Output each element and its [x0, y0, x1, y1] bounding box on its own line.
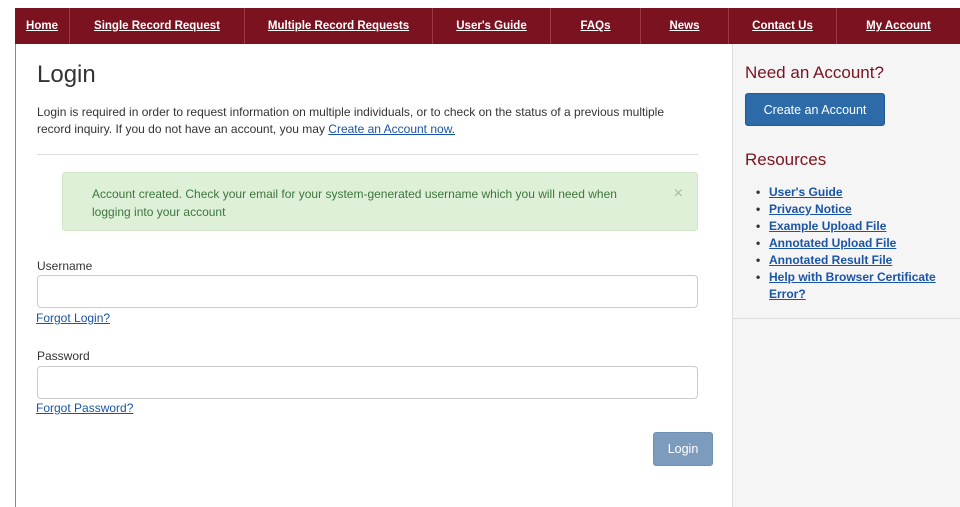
- resource-annotated-upload-file-link[interactable]: Annotated Upload File: [769, 236, 896, 250]
- close-icon[interactable]: ×: [674, 185, 683, 203]
- create-account-link[interactable]: Create an Account now.: [328, 122, 455, 136]
- page-title: Login: [37, 61, 96, 88]
- login-panel: Login Login is required in order to requ…: [15, 44, 733, 507]
- alert-message: Account created. Check your email for yo…: [92, 187, 617, 219]
- list-item: Example Upload File: [745, 218, 955, 235]
- list-item: Privacy Notice: [745, 201, 955, 218]
- resource-example-upload-file-link[interactable]: Example Upload File: [769, 219, 886, 233]
- list-item: Help with Browser Certificate Error?: [745, 269, 955, 303]
- nav-contact-us[interactable]: Contact Us: [729, 8, 837, 44]
- list-item: Annotated Upload File: [745, 235, 955, 252]
- password-input[interactable]: [37, 366, 698, 399]
- need-account-heading: Need an Account?: [745, 63, 884, 82]
- section-divider: [37, 154, 698, 155]
- top-navigation: Home Single Record Request Multiple Reco…: [15, 8, 960, 44]
- sidebar-panel: Need an Account? Create an Account Resou…: [733, 44, 960, 319]
- password-label: Password: [37, 349, 90, 363]
- nav-users-guide[interactable]: User's Guide: [433, 8, 551, 44]
- intro-paragraph: Login is required in order to request in…: [37, 104, 697, 138]
- resources-heading: Resources: [745, 150, 827, 169]
- resource-certificate-help-link[interactable]: Help with Browser Certificate Error?: [769, 270, 936, 301]
- username-input[interactable]: [37, 275, 698, 308]
- nav-single-record-request[interactable]: Single Record Request: [70, 8, 245, 44]
- sidebar: Need an Account? Create an Account Resou…: [732, 44, 960, 507]
- create-account-button[interactable]: Create an Account: [745, 93, 885, 126]
- forgot-password-link[interactable]: Forgot Password?: [36, 401, 133, 415]
- resource-users-guide-link[interactable]: User's Guide: [769, 185, 843, 199]
- nav-multiple-record-requests[interactable]: Multiple Record Requests: [245, 8, 433, 44]
- nav-my-account[interactable]: My Account: [837, 8, 960, 44]
- forgot-login-link[interactable]: Forgot Login?: [36, 311, 110, 325]
- resource-privacy-notice-link[interactable]: Privacy Notice: [769, 202, 852, 216]
- nav-faqs[interactable]: FAQs: [551, 8, 641, 44]
- username-label: Username: [37, 259, 93, 273]
- list-item: User's Guide: [745, 184, 955, 201]
- login-button[interactable]: Login: [653, 432, 713, 466]
- resources-list: User's Guide Privacy Notice Example Uplo…: [745, 184, 955, 303]
- success-alert: Account created. Check your email for yo…: [62, 172, 698, 231]
- nav-home[interactable]: Home: [15, 8, 70, 44]
- nav-news[interactable]: News: [641, 8, 729, 44]
- resource-annotated-result-file-link[interactable]: Annotated Result File: [769, 253, 892, 267]
- list-item: Annotated Result File: [745, 252, 955, 269]
